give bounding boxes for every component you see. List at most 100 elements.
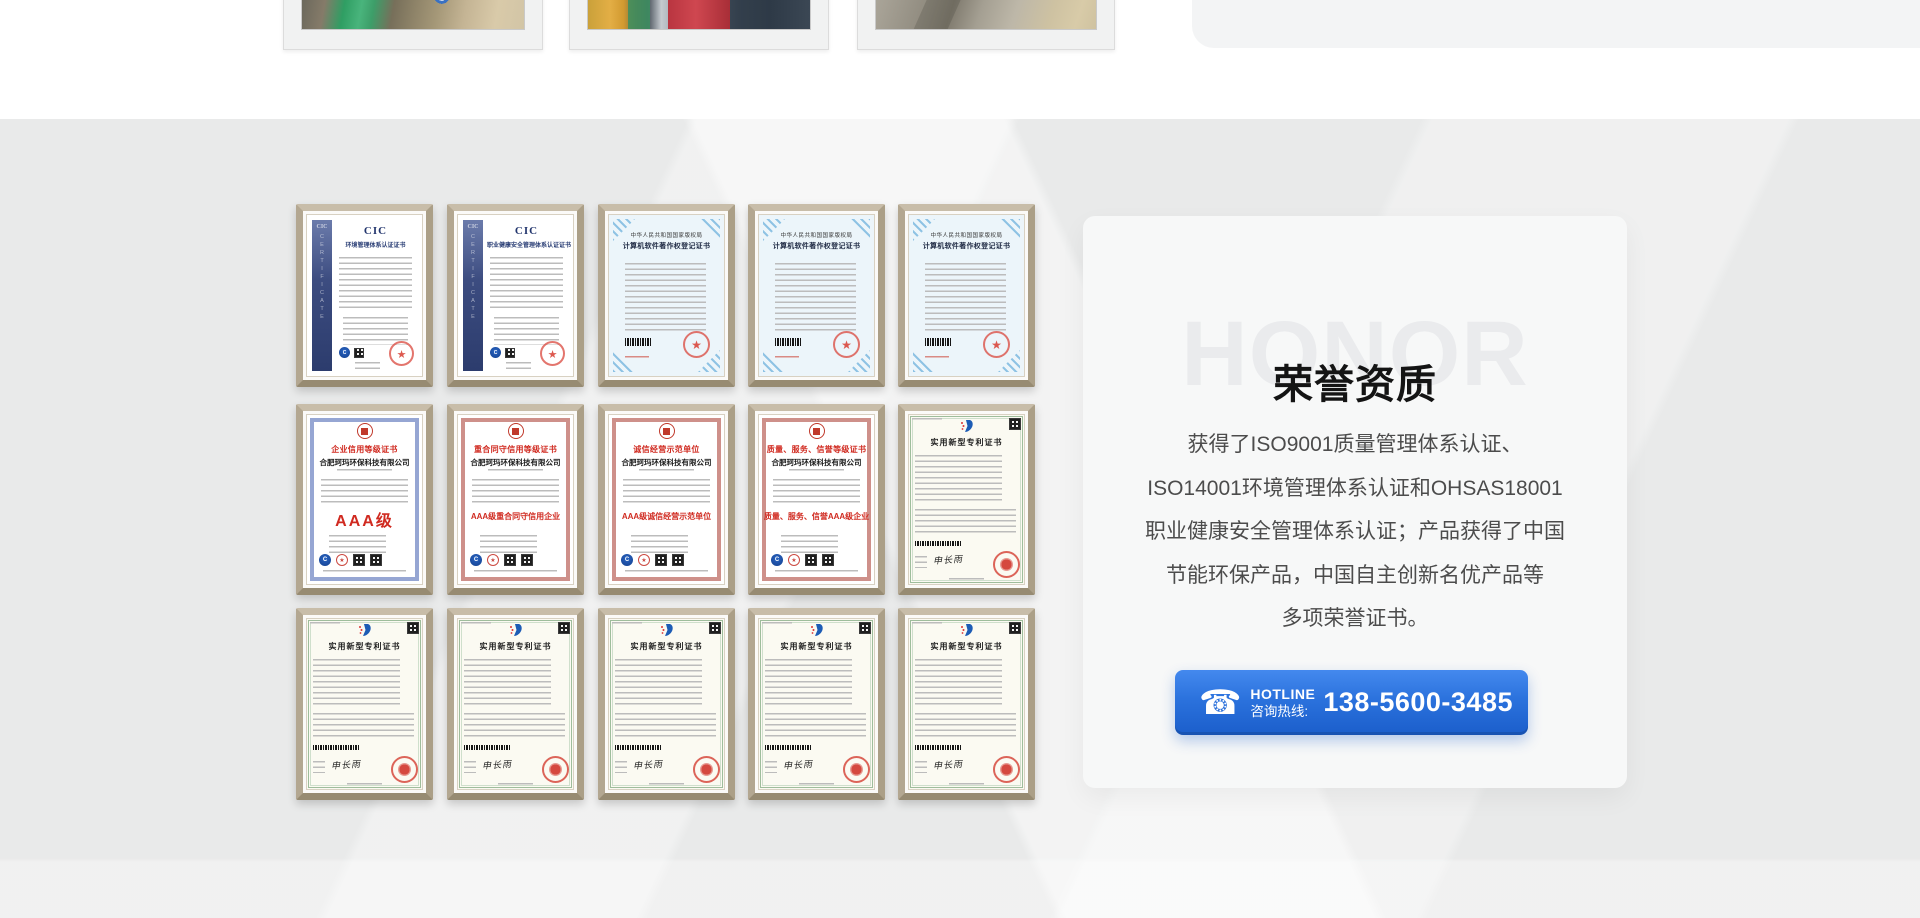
hotline-label-en: HOTLINE (1250, 686, 1315, 703)
cic-band-logo: CIC (316, 224, 327, 230)
red-seal-icon (993, 551, 1020, 578)
text-lines-decoration (915, 713, 1016, 739)
certificate-contract-credit-aaa[interactable]: 重合同守信用等级证书 合肥珂玛环保科技有限公司 AAA级重合同守信用企业 (447, 404, 584, 595)
red-seal-icon (993, 756, 1020, 783)
text-lines-decoration (615, 659, 702, 707)
certificate-utility-model-patent-5[interactable]: 实用新型专利证书 申长雨 (748, 608, 885, 800)
red-emblem-icon (508, 423, 524, 439)
commissioner-signature: 申长雨 (331, 757, 362, 772)
red-seal-icon (389, 341, 414, 366)
barcode-icon (615, 745, 661, 750)
text-lines-decoration (623, 479, 710, 505)
certificate-utility-model-patent-1[interactable]: 实用新型专利证书 申长雨 (898, 404, 1035, 595)
credit-agency-logo-icon (319, 554, 331, 566)
certificate-occupational-health-safety[interactable]: CIC CERTIFICATE CIC 职业健康安全管理体系认证证书 (447, 204, 584, 387)
qr-code-icon (655, 554, 667, 566)
barcode-icon (313, 745, 359, 750)
issuing-authority: 中华人民共和国国家版权局 (605, 231, 728, 239)
cnipa-logo-icon (960, 623, 974, 642)
national-emblem-icon (850, 763, 863, 776)
red-star-stamp-icon (336, 554, 348, 566)
text-lines-decoration (347, 783, 382, 787)
company-name: 合肥珂玛环保科技有限公司 (454, 457, 577, 468)
qr-code-icon (407, 622, 419, 634)
star-icon (397, 345, 407, 363)
hotline-label-zh: 咨询热线: (1250, 703, 1315, 720)
text-lines-decoration (789, 469, 844, 473)
certificate-software-copyright-1[interactable]: 中华人民共和国国家版权局 计算机软件著作权登记证书 (598, 204, 735, 387)
text-lines-decoration (915, 761, 927, 773)
red-seal-icon (542, 756, 569, 783)
company-name: 合肥珂玛环保科技有限公司 (755, 457, 878, 468)
text-lines-decoration (506, 362, 531, 370)
star-icon (691, 336, 702, 354)
corner-flourish-icon (913, 350, 935, 372)
text-lines-decoration (949, 783, 984, 787)
text-lines-decoration (631, 535, 688, 555)
hotline-labels: HOTLINE 咨询热线: (1250, 686, 1315, 720)
hotline-number: 138-5600-3485 (1323, 687, 1513, 718)
qr-code-icon (1009, 418, 1021, 430)
text-lines-decoration (765, 713, 866, 739)
commissioner-signature: 申长雨 (933, 552, 964, 567)
description-line: 职业健康安全管理体系认证；产品获得了中国 (1113, 510, 1597, 554)
certificate-number-decoration (912, 622, 942, 626)
text-lines-decoration (339, 257, 412, 311)
gallery-card-3[interactable] (857, 0, 1115, 50)
certificate-software-copyright-2[interactable]: 中华人民共和国国家版权局 计算机软件著作权登记证书 (748, 204, 885, 387)
text-lines-decoration (775, 263, 856, 331)
qr-code-icon (370, 554, 382, 566)
certificate-logos (470, 554, 533, 566)
certificate-logos (621, 554, 684, 566)
certificate-utility-model-patent-6[interactable]: 实用新型专利证书 申长雨 (898, 608, 1035, 800)
construction-photo-2 (587, 0, 811, 30)
certificate-band-text: CERTIFICATE (319, 234, 325, 322)
certificate-title: 实用新型专利证书 (605, 641, 728, 652)
certificate-utility-model-patent-4[interactable]: 实用新型专利证书 申长雨 (598, 608, 735, 800)
text-lines-decoration (488, 469, 543, 473)
qr-code-icon (709, 622, 721, 634)
national-emblem-icon (1000, 558, 1013, 571)
barcode-icon (915, 745, 961, 750)
qr-code-icon (1009, 622, 1021, 634)
company-name: 合肥珂玛环保科技有限公司 (303, 457, 426, 468)
certificate-environment-management[interactable]: CIC CERTIFICATE CIC 环境管理体系认证证书 (296, 204, 433, 387)
qr-code-icon (505, 348, 515, 358)
cnipa-logo-icon (960, 419, 974, 438)
national-emblem-icon (700, 763, 713, 776)
credit-grade: AAA级 (303, 507, 426, 531)
certificate-logos (319, 554, 382, 566)
certificate-utility-model-patent-3[interactable]: 实用新型专利证书 申长雨 (447, 608, 584, 800)
certificate-integrity-demo-unit[interactable]: 诚信经营示范单位 合肥珂玛环保科技有限公司 AAA级诚信经营示范单位 (598, 404, 735, 595)
certificate-number-decoration (625, 356, 649, 360)
certificate-side-band: CIC CERTIFICATE (463, 220, 483, 371)
certificate-number-decoration (612, 622, 642, 626)
qr-code-icon (822, 554, 834, 566)
certificate-utility-model-patent-2[interactable]: 实用新型专利证书 申长雨 (296, 608, 433, 800)
certificate-quality-service-reputation-aaa[interactable]: 质量、服务、信誉等级证书 合肥珂玛环保科技有限公司 质量、服务、信誉AAA级企业 (748, 404, 885, 595)
certificate-logos (339, 347, 364, 358)
qr-code-icon (354, 348, 364, 358)
gallery-card-2[interactable] (569, 0, 829, 50)
construction-photo-1 (301, 0, 525, 30)
commissioner-signature: 申长雨 (933, 757, 964, 772)
certificate-side-band: CIC CERTIFICATE (312, 220, 332, 371)
star-icon (548, 345, 558, 363)
gallery-card-1[interactable] (283, 0, 543, 50)
text-lines-decoration (615, 761, 627, 773)
text-lines-decoration (329, 535, 386, 555)
description-line: 节能环保产品，中国自主创新名优产品等 (1113, 554, 1597, 598)
text-lines-decoration (490, 257, 563, 311)
corner-flourish-icon (763, 350, 785, 372)
text-lines-decoration (464, 659, 551, 707)
certificate-enterprise-credit-aaa[interactable]: 企业信用等级证书 合肥珂玛环保科技有限公司 AAA级 (296, 404, 433, 595)
credit-grade: 质量、服务、信誉AAA级企业 (755, 511, 878, 522)
text-lines-decoration (498, 783, 533, 787)
cic-circle-logo-icon (339, 347, 350, 358)
hotline-button[interactable]: ☎ HOTLINE 咨询热线: 138-5600-3485 (1175, 670, 1528, 735)
certificate-software-copyright-3[interactable]: 中华人民共和国国家版权局 计算机软件著作权登记证书 (898, 204, 1035, 387)
barcode-icon (915, 541, 961, 546)
text-lines-decoration (337, 469, 392, 473)
cnipa-logo-icon (810, 623, 824, 642)
certificate-title: 环境管理体系认证证书 (336, 240, 415, 249)
